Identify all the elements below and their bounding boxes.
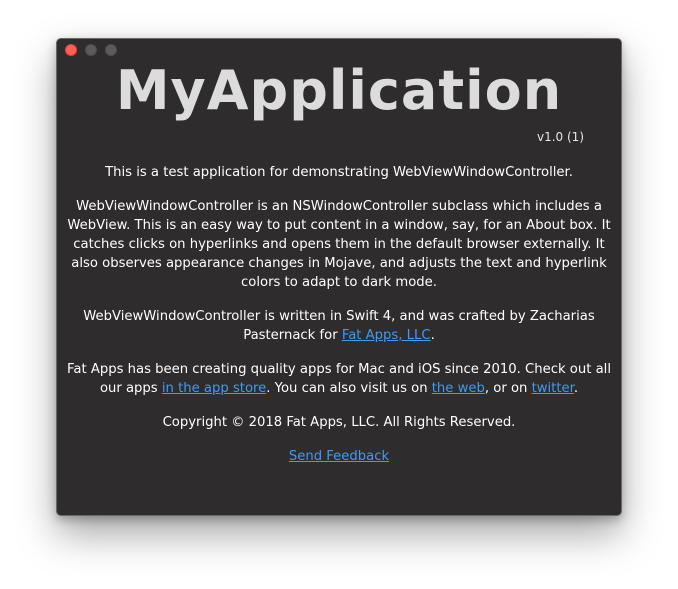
minimize-button[interactable] [85,44,97,56]
credits-paragraph: WebViewWindowController is written in Sw… [67,307,611,345]
web-link[interactable]: the web [432,381,485,396]
about-content: This is a test application for demonstra… [67,163,611,481]
zoom-button[interactable] [105,44,117,56]
version-label: v1.0 (1) [537,130,584,144]
close-button[interactable] [65,44,77,56]
app-title: MyApplication [115,59,563,122]
fat-apps-link[interactable]: Fat Apps, LLC [342,328,431,343]
about-window: MyApplication v1.0 (1) This is a test ap… [56,38,622,516]
intro-paragraph: This is a test application for demonstra… [105,165,573,180]
twitter-link[interactable]: twitter [532,381,574,396]
send-feedback-link[interactable]: Send Feedback [289,449,389,464]
description-paragraph: WebViewWindowController is an NSWindowCo… [67,199,611,290]
credits-suffix: . [430,328,435,343]
about-middle-text: . You can also visit us on [266,381,432,396]
credits-text: WebViewWindowController is written in Sw… [83,309,595,343]
feedback-paragraph: Send Feedback [67,447,611,466]
about-suffix: . [573,381,579,396]
app-store-link[interactable]: in the app store [162,381,266,396]
window-controls [65,44,117,56]
about-paragraph: Fat Apps has been creating quality apps … [67,360,611,398]
about-or-text: , or on [484,381,532,396]
copyright-text: Copyright © 2018 Fat Apps, LLC. All Righ… [162,415,516,430]
